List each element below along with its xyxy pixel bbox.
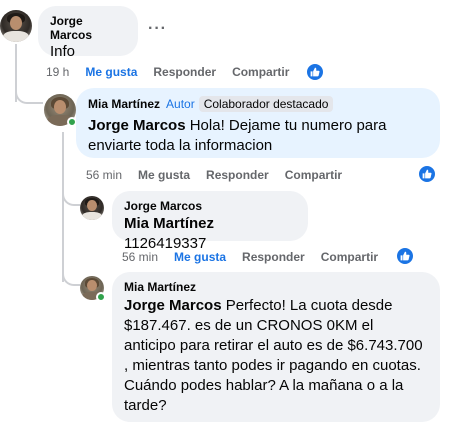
comment-bubble: Jorge Marcos Mia Martínez 1126419337 bbox=[112, 191, 308, 252]
reply-button[interactable]: Responder bbox=[153, 65, 216, 79]
comment-bubble: Mia Martínez Jorge Marcos Perfecto! La c… bbox=[112, 272, 440, 422]
comment-header: Mia Martínez Autor Colaborador destacado bbox=[88, 96, 428, 112]
more-options-icon[interactable]: ··· bbox=[148, 20, 167, 38]
thread-curve-reply bbox=[15, 88, 43, 104]
author-badge: Autor bbox=[166, 97, 195, 111]
comment-text: Mia Martínez 1126419337 bbox=[124, 215, 215, 252]
avatar-jorge-marcos[interactable] bbox=[80, 196, 104, 220]
share-button[interactable]: Compartir bbox=[285, 168, 342, 182]
like-button[interactable]: Me gusta bbox=[174, 250, 226, 264]
comment-time[interactable]: 56 min bbox=[122, 250, 158, 264]
comment-bubble-author: Mia Martínez Autor Colaborador destacado… bbox=[76, 88, 440, 158]
avatar-jorge-marcos[interactable] bbox=[0, 10, 32, 42]
online-status-indicator bbox=[96, 292, 106, 302]
mention-link[interactable]: Mia Martínez bbox=[124, 215, 214, 232]
comment-actions: 19 h Me gusta Responder Compartir bbox=[46, 65, 305, 79]
comment-text: Jorge Marcos Perfecto! La cuota desde $1… bbox=[124, 297, 423, 414]
share-button[interactable]: Compartir bbox=[232, 65, 289, 79]
comment-text: Jorge Marcos Hola! Dejame tu numero para… bbox=[88, 117, 387, 154]
comment-text: Info bbox=[50, 43, 76, 60]
comment-author[interactable]: Jorge Marcos bbox=[124, 199, 296, 213]
reply-button[interactable]: Responder bbox=[206, 168, 269, 182]
comment-author[interactable]: Mia Martínez bbox=[88, 97, 160, 111]
like-button[interactable]: Me gusta bbox=[138, 168, 190, 182]
thread-curve-sub-2 bbox=[62, 270, 80, 286]
thread-line-sub bbox=[62, 132, 64, 282]
reply-button[interactable]: Responder bbox=[242, 250, 305, 264]
comment-time[interactable]: 56 min bbox=[86, 168, 122, 182]
like-button[interactable]: Me gusta bbox=[85, 65, 137, 79]
mention-link[interactable]: Jorge Marcos bbox=[88, 117, 186, 134]
thumbs-up-icon[interactable] bbox=[306, 63, 324, 81]
comment-time[interactable]: 19 h bbox=[46, 65, 69, 79]
thumbs-up-icon[interactable] bbox=[418, 165, 436, 183]
mention-link[interactable]: Jorge Marcos bbox=[124, 297, 222, 314]
comment-author[interactable]: Jorge Marcos bbox=[50, 14, 126, 42]
thumbs-up-icon[interactable] bbox=[396, 247, 414, 265]
comment-actions: 56 min Me gusta Responder Compartir bbox=[86, 168, 358, 182]
share-button[interactable]: Compartir bbox=[321, 250, 378, 264]
comment-actions: 56 min Me gusta Responder Compartir bbox=[122, 250, 394, 264]
top-contributor-badge: Colaborador destacado bbox=[198, 96, 334, 112]
thread-curve-sub-1 bbox=[62, 190, 80, 206]
comment-author[interactable]: Mia Martínez bbox=[124, 280, 428, 294]
comment-bubble: Jorge Marcos Info bbox=[38, 6, 138, 60]
